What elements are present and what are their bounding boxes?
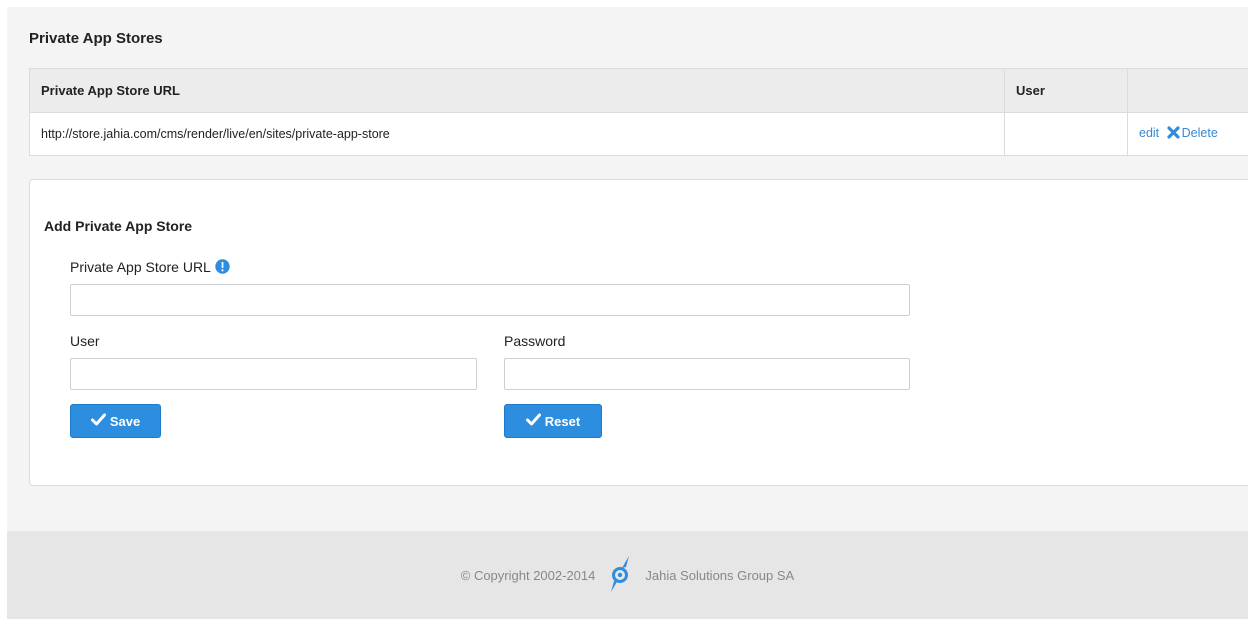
edit-link[interactable]: edit — [1139, 126, 1159, 140]
save-label: Save — [109, 413, 141, 429]
footer: © Copyright 2002-2014 Jahia Solutions Gr… — [7, 531, 1248, 619]
delete-link[interactable]: Delete — [1163, 126, 1218, 140]
header-url: Private App Store URL — [29, 68, 1005, 113]
user-input[interactable] — [70, 358, 477, 390]
save-button[interactable]: Save — [70, 404, 161, 438]
table-row: http://store.jahia.com/cms/render/live/e… — [29, 112, 1248, 156]
add-store-panel: Add Private App Store Private App Store … — [29, 179, 1248, 486]
cell-url: http://store.jahia.com/cms/render/live/e… — [29, 112, 1005, 156]
reset-label: Reset — [544, 413, 581, 429]
company-text: Jahia Solutions Group SA — [645, 567, 795, 583]
password-input[interactable] — [504, 358, 910, 390]
user-label: User — [70, 333, 100, 349]
url-label: Private App Store URL — [70, 259, 211, 275]
panel-title: Add Private App Store — [44, 218, 193, 234]
cell-actions: edit Delete — [1127, 112, 1248, 156]
private-app-stores-table: Private App Store URL User http://store.… — [29, 68, 1248, 156]
jahia-logo-icon — [607, 555, 633, 596]
checkmark-icon — [525, 413, 541, 429]
header-actions — [1127, 68, 1248, 113]
table-header-row: Private App Store URL User — [29, 68, 1248, 113]
url-label-wrap: Private App Store URL — [70, 259, 230, 277]
checkmark-icon — [90, 413, 106, 429]
page: Private App Stores Private App Store URL… — [7, 7, 1248, 619]
password-label: Password — [504, 333, 566, 349]
url-input[interactable] — [70, 284, 910, 316]
x-icon — [1167, 126, 1180, 142]
copyright-text: © Copyright 2002-2014 — [460, 567, 596, 583]
delete-label: Delete — [1181, 126, 1218, 140]
header-user: User — [1004, 68, 1128, 113]
section-title: Private App Stores — [29, 30, 163, 47]
info-icon[interactable] — [215, 259, 230, 277]
reset-button[interactable]: Reset — [504, 404, 602, 438]
cell-user — [1004, 112, 1128, 156]
